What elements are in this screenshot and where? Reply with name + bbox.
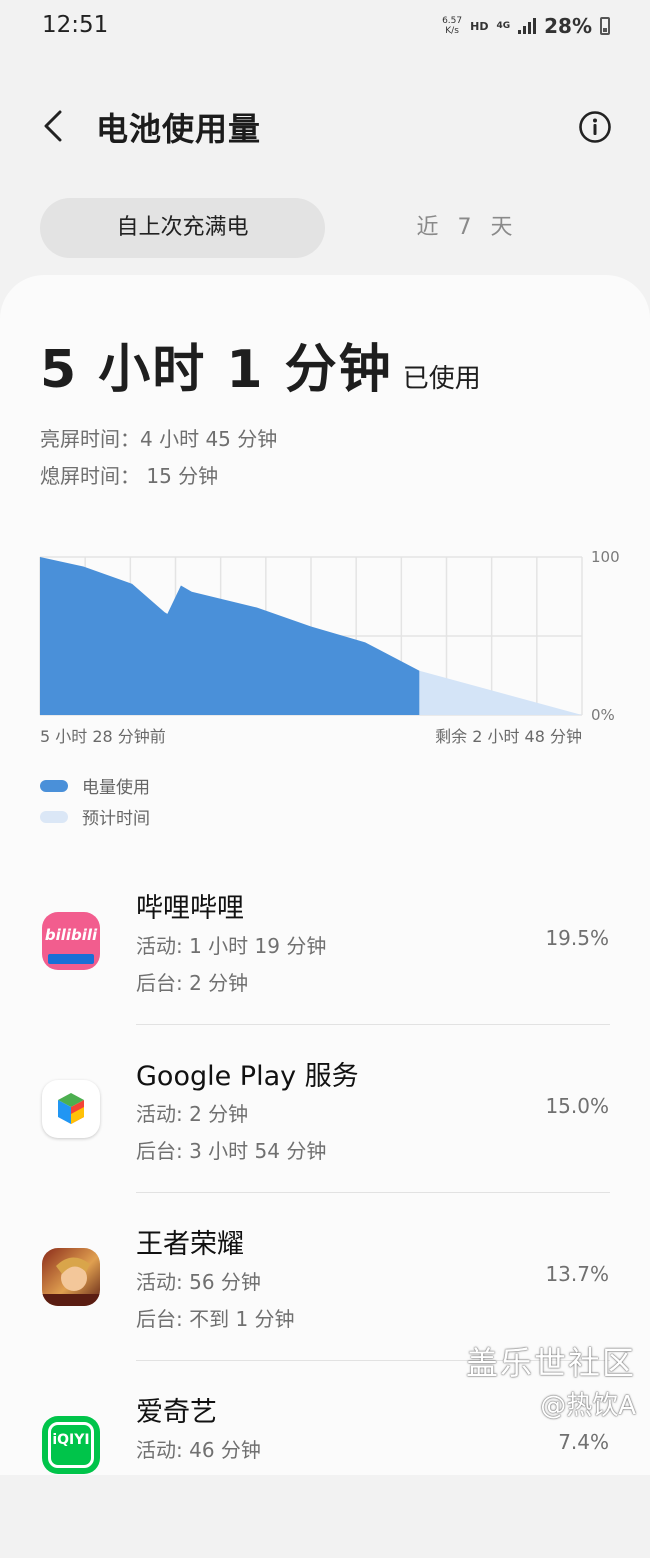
x-start-label: 5 小时 28 分钟前 [40,727,166,746]
usage-duration: 5 小时 1 分钟 [40,340,393,400]
y-tick-100: 100 [591,548,620,566]
app-name: 哔哩哔哩 [136,893,244,924]
hd-voice-icon: HD [470,19,489,33]
page-title: 电池使用量 [96,110,262,148]
app-name: 爱奇艺 [136,1397,217,1428]
puzzle-icon [58,1093,84,1124]
y-tick-0: 0% [591,706,615,724]
legend-estimated-time: 预计时间 [40,804,150,829]
status-time: 12:51 [42,12,109,38]
screen-off-time: 熄屏时间： 15 分钟 [40,464,219,488]
divider [136,1024,610,1025]
battery-percent: 28% [544,14,592,38]
legend-swatch [40,810,68,823]
iqiyi-icon-text: iQIYI [52,1432,90,1448]
app-active-time: 活动: 56 分钟 [136,1270,261,1294]
status-bar: 12:51 6.57 K/s HD 4G 28% [0,0,650,56]
app-usage-percent: 19.5% [545,926,609,950]
divider [136,1192,610,1193]
bilibili-icon-text: bilibili [44,926,98,944]
google-play-services-icon [42,1080,100,1138]
series-area-estimated [419,670,582,715]
network-speed-value: 6.57 [442,16,463,26]
app-name: 王者荣耀 [136,1229,244,1260]
bilibili-icon: bilibili [42,912,100,970]
legend-swatch [40,779,68,792]
app-background-time: 后台: 不到 1 分钟 [136,1307,295,1331]
watermark-community: 盖乐世社区 [465,1344,636,1382]
status-icons: 6.57 K/s HD 4G 28% [442,14,610,38]
app-active-time: 活动: 2 分钟 [136,1102,249,1126]
app-usage-percent: 15.0% [545,1094,609,1118]
app-header: 电池使用量 [0,90,650,162]
battery-usage-chart: 100 0% 5 小时 28 分钟前 剩余 2 小时 48 分钟 [39,548,620,746]
legend-battery-usage: 电量使用 [40,773,150,798]
chevron-left-icon [44,110,62,142]
screen-on-time: 亮屏时间：4 小时 45 分钟 [40,427,278,451]
app-active-time: 活动: 46 分钟 [136,1438,261,1462]
legend-label: 预计时间 [82,809,150,829]
info-button[interactable] [578,110,612,144]
app-usage-percent: 13.7% [545,1262,609,1286]
app-usage-percent: 7.4% [558,1430,609,1454]
x-end-label: 剩余 2 小时 48 分钟 [435,727,582,746]
network-speed-unit: K/s [445,26,459,36]
app-row-google-play-services[interactable]: Google Play 服务 活动: 2 分钟 后台: 3 小时 54 分钟 1… [0,1054,650,1222]
network-speed: 6.57 K/s [442,16,462,36]
app-background-time: 后台: 2 分钟 [136,971,249,995]
signal-icon [518,18,537,34]
battery-icon [600,17,610,35]
legend-label: 电量使用 [82,778,150,798]
iqiyi-icon: iQIYI [42,1416,100,1474]
app-name: Google Play 服务 [136,1061,359,1092]
tab-last-7-days[interactable]: 近 7 天 [325,198,610,258]
app-row-bilibili[interactable]: bilibili 哔哩哔哩 活动: 1 小时 19 分钟 后台: 2 分钟 19… [0,886,650,1054]
usage-summary: 5 小时 1 分钟 已使用 [40,327,481,402]
honor-of-kings-icon [42,1248,100,1306]
usage-suffix: 已使用 [402,364,481,394]
info-circle-icon [579,111,611,143]
back-button[interactable] [36,106,76,146]
tab-since-full-charge[interactable]: 自上次充满电 [40,198,325,258]
app-active-time: 活动: 1 小时 19 分钟 [136,934,327,958]
app-background-time: 后台: 3 小时 54 分钟 [136,1139,327,1163]
game-hero-icon [42,1257,100,1306]
network-type-icon: 4G [496,21,511,31]
watermark-author: @热饮A [540,1391,636,1421]
